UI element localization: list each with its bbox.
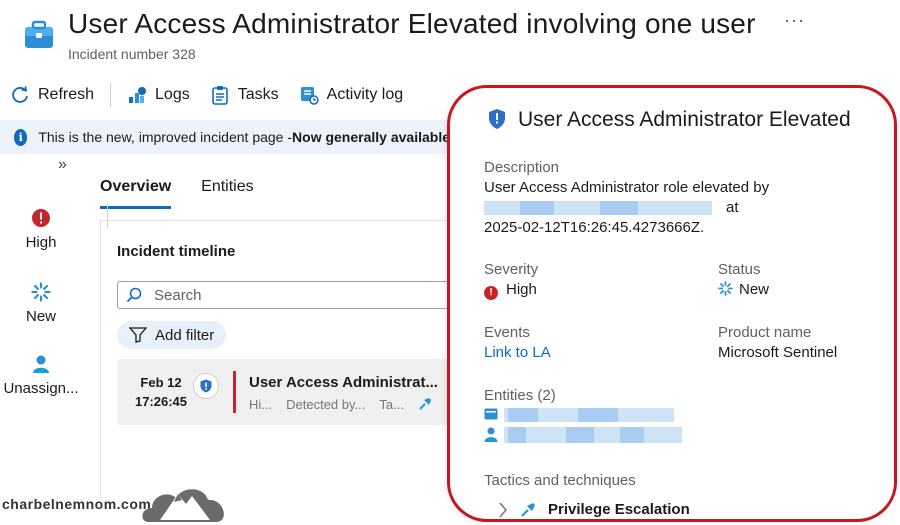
timeline-meta-tactics: Ta...: [379, 397, 404, 412]
timeline-connector: [107, 204, 108, 228]
redacted-block: [600, 201, 638, 215]
add-filter-label: Add filter: [155, 326, 215, 344]
add-filter-button[interactable]: Add filter: [117, 321, 227, 349]
activity-log-label: Activity log: [326, 86, 404, 103]
timeline-alert-name: User Access Administrat...: [249, 374, 438, 391]
chevron-right-icon: [499, 502, 507, 517]
refresh-label: Refresh: [38, 86, 95, 103]
redacted-block: [520, 201, 554, 215]
incident-timeline-card: Incident timeline Search Add filter Feb …: [100, 220, 467, 500]
account-entity-icon[interactable]: [484, 427, 498, 442]
banner-bold-text: Now generally available: [292, 129, 450, 145]
status-label: Status: [718, 261, 761, 278]
alert-title: User Access Administrator Elevated: [518, 108, 851, 131]
status-value: New: [718, 281, 769, 298]
severity-bar: [233, 371, 236, 413]
user-icon: [33, 355, 49, 373]
logs-icon: [129, 87, 147, 103]
rail-severity[interactable]: High: [0, 208, 82, 251]
activity-log-button[interactable]: Activity log: [289, 78, 413, 112]
info-banner: i This is the new, improved incident pag…: [0, 120, 450, 154]
tab-bar: Overview Entities: [100, 178, 254, 209]
product-name-label: Product name: [718, 324, 812, 341]
incident-timeline-title: Incident timeline: [117, 243, 236, 260]
severity-value: ! High: [484, 281, 537, 300]
redacted-block: [508, 408, 538, 422]
timeline-alert-meta: Hi... Detected by... Ta...: [249, 397, 432, 412]
toolbar: Refresh Logs Tasks Activity log: [0, 78, 460, 112]
toolbar-divider: [110, 83, 112, 107]
status-new-icon: [718, 281, 733, 296]
activity-log-icon: [300, 87, 319, 105]
watermark-text: charbelnemnom.com: [2, 496, 152, 512]
tactic-icon: [521, 502, 535, 517]
timeline-node: [193, 373, 219, 399]
entities-label: Entities (2): [484, 387, 556, 404]
timeline-row[interactable]: Feb 12 17:26:45 User Access Administrat.…: [117, 359, 467, 425]
timeline-date: Feb 12: [140, 375, 182, 390]
shield-alert-icon: [489, 109, 505, 129]
description-label: Description: [484, 159, 560, 176]
rail-owner[interactable]: Unassign...: [0, 354, 82, 397]
status-text: New: [739, 281, 770, 298]
host-entity-icon[interactable]: [484, 408, 498, 420]
page-title: User Access Administrator Elevated invol…: [68, 8, 756, 39]
rail-status-label: New: [25, 308, 56, 325]
timeline-datetime: Feb 12 17:26:45: [117, 373, 205, 411]
events-link[interactable]: Link to LA: [484, 344, 551, 361]
shield-icon: [200, 379, 212, 393]
severity-high-icon: [32, 209, 50, 227]
tactic-label: Privilege Escalation: [548, 501, 690, 518]
product-name-value: Microsoft Sentinel: [718, 344, 838, 361]
filter-icon: [129, 327, 147, 343]
tab-overview[interactable]: Overview: [100, 178, 172, 209]
expand-chevron-icon[interactable]: »: [58, 156, 67, 174]
search-icon: [126, 287, 142, 303]
events-label: Events: [484, 324, 530, 341]
tasks-icon: [211, 86, 228, 105]
tab-entities[interactable]: Entities: [201, 178, 253, 209]
alert-details-panel: User Access Administrator Elevated Descr…: [447, 85, 897, 522]
description-at: at: [726, 199, 739, 216]
rail-owner-label: Unassign...: [3, 380, 79, 397]
severity-label: Severity: [484, 261, 539, 278]
tactics-label: Tactics and techniques: [484, 472, 636, 489]
refresh-icon: [12, 86, 28, 103]
timeline-meta-severity: Hi...: [249, 397, 273, 412]
description-timestamp: 2025-02-12T16:26:45.4273666Z.: [484, 219, 705, 236]
banner-text: This is the new, improved incident page …: [38, 129, 293, 145]
logs-label: Logs: [155, 86, 190, 103]
redacted-block: [620, 427, 644, 443]
tasks-button[interactable]: Tasks: [200, 78, 289, 112]
redacted-user: [484, 201, 712, 215]
refresh-button[interactable]: Refresh: [0, 78, 104, 112]
tasks-label: Tasks: [237, 86, 279, 103]
watermark-logo: [142, 489, 224, 522]
search-input[interactable]: Search: [117, 281, 467, 309]
redacted-block: [508, 427, 526, 443]
tactic-item-privilege-escalation[interactable]: Privilege Escalation: [498, 501, 690, 518]
tactic-icon: [419, 398, 431, 410]
timeline-meta-detected: Detected by...: [286, 397, 366, 412]
search-placeholder: Search: [154, 286, 202, 304]
incident-number: Incident number 328: [68, 46, 196, 62]
timeline-time: 17:26:45: [134, 394, 188, 409]
status-new-icon: [31, 282, 51, 302]
logs-button[interactable]: Logs: [117, 78, 200, 112]
severity-high-icon: !: [484, 286, 498, 300]
incident-briefcase-icon: [25, 20, 53, 48]
redacted-block: [578, 408, 618, 422]
description-line-1: User Access Administrator role elevated …: [484, 179, 770, 196]
more-options-button[interactable]: ···: [784, 10, 805, 31]
redacted-block: [566, 427, 594, 443]
info-icon: i: [14, 128, 28, 146]
rail-status[interactable]: New: [0, 282, 82, 325]
severity-text: High: [506, 281, 537, 298]
rail-severity-label: High: [25, 234, 57, 251]
